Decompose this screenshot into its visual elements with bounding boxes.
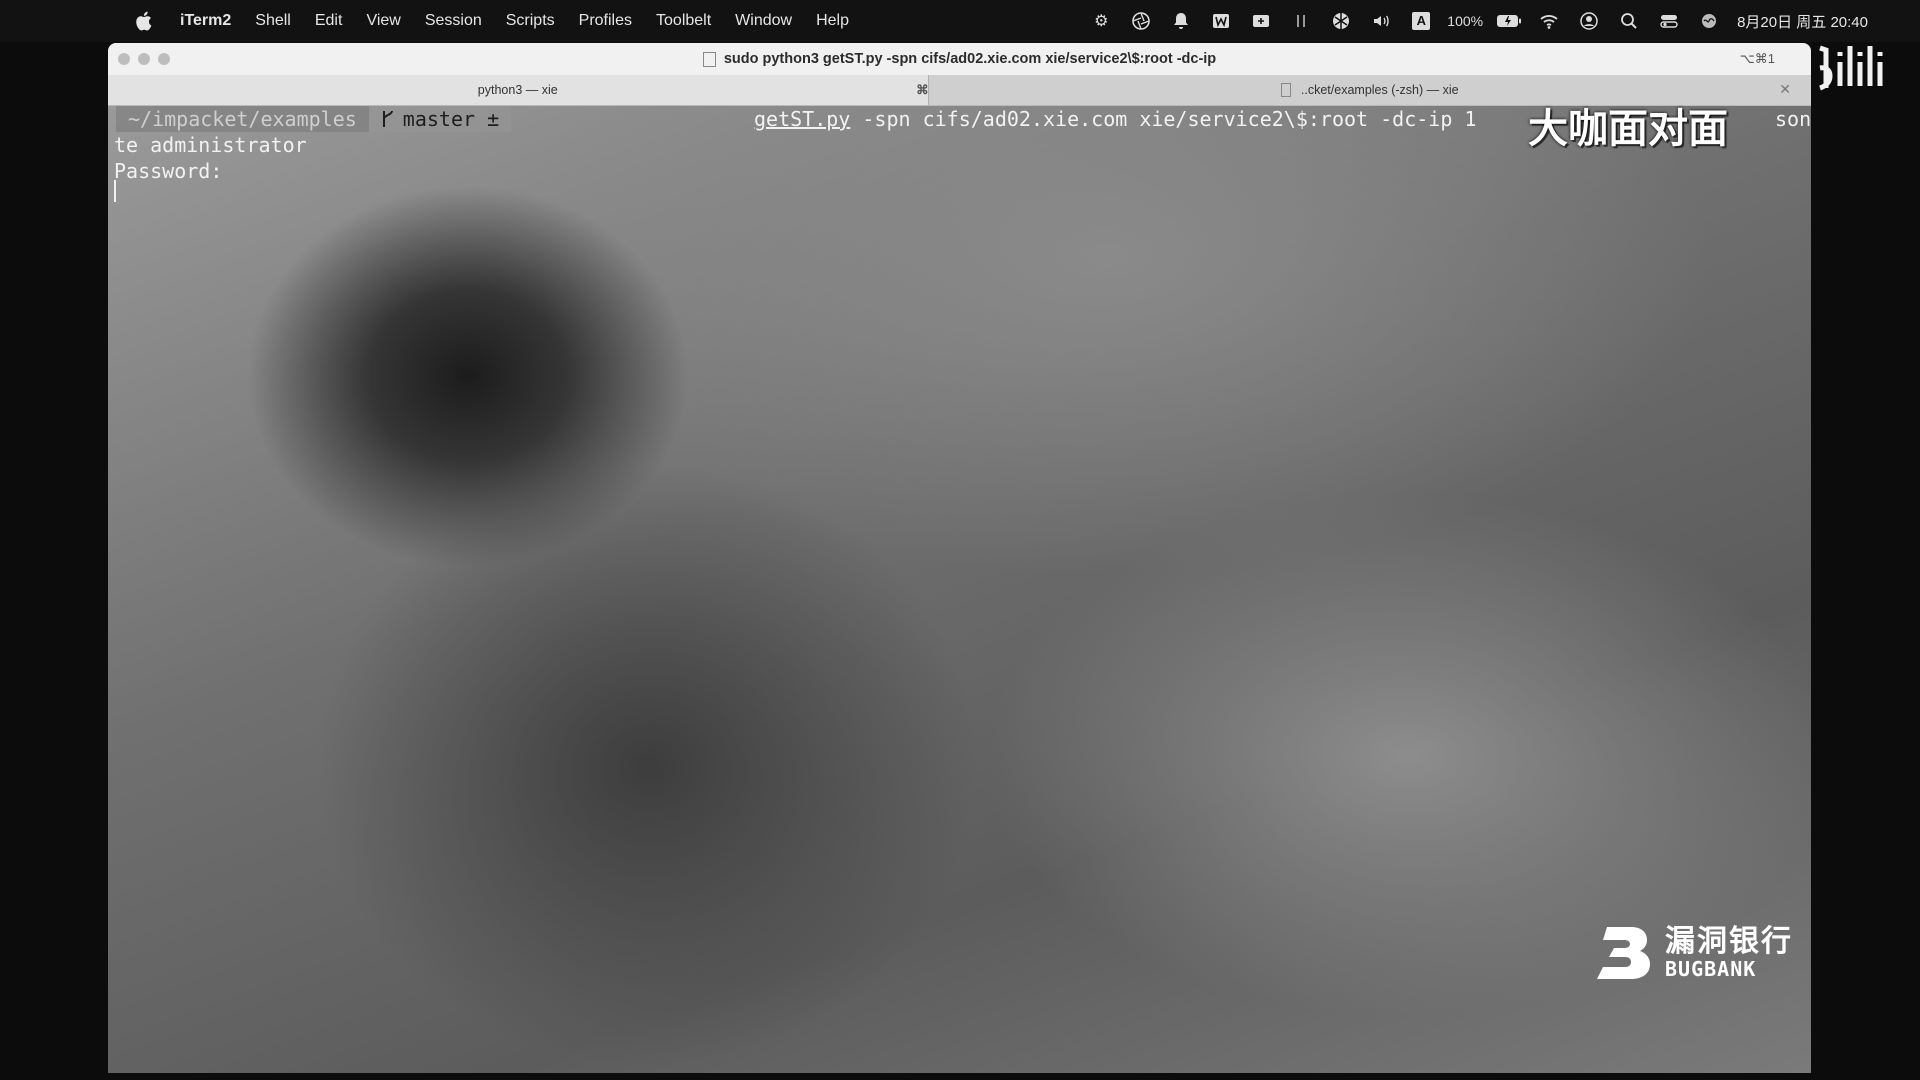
siri-icon[interactable] xyxy=(1695,9,1723,33)
brand-english-name: BUGBANK xyxy=(1665,957,1757,981)
document-icon xyxy=(702,51,716,67)
apple-logo-icon[interactable] xyxy=(132,10,154,32)
tab-python3[interactable]: python3 — xie ⌘1 xyxy=(108,75,936,105)
bilibili-logo-icon xyxy=(1819,45,1883,91)
w-app-icon[interactable] xyxy=(1207,9,1235,33)
menu-view[interactable]: View xyxy=(366,12,400,30)
battery-percent: 100% xyxy=(1447,13,1484,29)
menubar-clock[interactable]: 8月20日 周五 20:40 xyxy=(1737,11,1868,32)
output-line-2: te administrator xyxy=(114,133,307,157)
prompt-path: ~/impacket/examples xyxy=(116,106,369,132)
prompt-branch-label: master ± xyxy=(402,107,500,131)
bell-icon[interactable] xyxy=(1167,9,1195,33)
bugbank-logo: 漏洞银行 BUGBANK xyxy=(1593,925,1793,981)
battery-charging-icon[interactable] xyxy=(1495,9,1523,33)
command-args: -spn cifs/ad02.xie.com xie/service2\$:ro… xyxy=(850,107,1477,131)
screen-capture-icon[interactable] xyxy=(1247,9,1275,33)
text-cursor xyxy=(114,180,116,202)
user-account-icon[interactable] xyxy=(1575,9,1603,33)
close-window-button[interactable] xyxy=(118,53,130,65)
network-globe-icon[interactable] xyxy=(1327,9,1355,33)
minimize-window-button[interactable] xyxy=(138,53,150,65)
input-source-icon[interactable]: A xyxy=(1407,9,1435,33)
prompt-git-branch: master ± xyxy=(368,106,512,132)
search-icon[interactable] xyxy=(1615,9,1643,33)
close-tab-icon[interactable]: ✕ xyxy=(1779,81,1791,98)
iterm-window: sudo python3 getST.py -spn cifs/ad02.xie… xyxy=(108,43,1811,1073)
tab-document-icon xyxy=(1280,83,1291,97)
command-script: getST.py xyxy=(754,107,851,131)
menu-scripts[interactable]: Scripts xyxy=(506,12,555,30)
menu-shell[interactable]: Shell xyxy=(255,12,291,30)
menu-profiles[interactable]: Profiles xyxy=(579,12,632,30)
git-branch-icon xyxy=(382,110,393,127)
menu-window[interactable]: Window xyxy=(735,12,792,30)
password-prompt: Password: xyxy=(114,159,223,183)
wifi-icon[interactable] xyxy=(1535,9,1563,33)
brand-chinese-name: 漏洞银行 xyxy=(1665,924,1793,959)
shell-prompt: ~/impacket/examples master ± xyxy=(116,106,512,132)
menu-bar: iTerm2 Shell Edit View Session Scripts P… xyxy=(0,0,1920,42)
terminal-content[interactable]: ~/impacket/examples master ± getST.py -s… xyxy=(108,106,1811,1073)
menu-session[interactable]: Session xyxy=(425,12,482,30)
command-line: getST.py -spn cifs/ad02.xie.com xie/serv… xyxy=(754,106,1811,132)
command-tail: sona xyxy=(1775,107,1811,131)
tab-label: ..cket/examples (-zsh) — xie xyxy=(1300,83,1459,97)
volume-icon[interactable] xyxy=(1367,9,1395,33)
window-titlebar[interactable]: sudo python3 getST.py -spn cifs/ad02.xie… xyxy=(108,43,1811,75)
zoom-window-button[interactable] xyxy=(158,53,170,65)
tab-label: python3 — xie xyxy=(477,83,558,97)
menu-app-name[interactable]: iTerm2 xyxy=(180,12,231,30)
window-title: sudo python3 getST.py -spn cifs/ad02.xie… xyxy=(723,51,1217,67)
video-watermark: 大咖面对面 xyxy=(1528,107,1728,151)
menu-edit[interactable]: Edit xyxy=(315,12,343,30)
window-shortcut: ⌥⌘1 xyxy=(1739,51,1775,66)
pause-icon[interactable] xyxy=(1287,9,1315,33)
control-center-icon[interactable] xyxy=(1655,9,1683,33)
aperture-icon[interactable] xyxy=(1127,9,1155,33)
menu-help[interactable]: Help xyxy=(816,12,849,30)
status-bar: ⚙ A 100% 8月20日 周五 20:40 xyxy=(1081,0,1920,42)
input-source-label: A xyxy=(1412,12,1431,30)
bugbank-mark-icon xyxy=(1597,927,1650,979)
menu-toolbelt[interactable]: Toolbelt xyxy=(656,12,711,30)
gear-icon[interactable]: ⚙ xyxy=(1087,9,1115,33)
